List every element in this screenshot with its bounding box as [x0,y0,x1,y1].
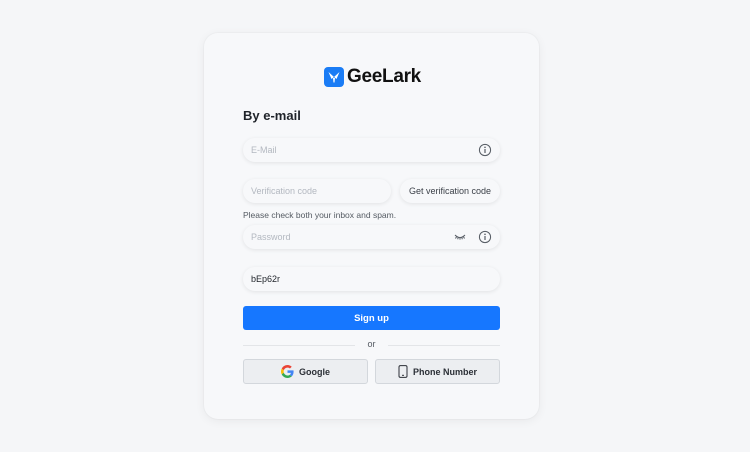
captcha-input[interactable] [251,274,492,284]
or-divider: or [243,339,500,351]
google-icon [281,365,294,378]
logo: GeeLark [324,66,421,88]
email-field-wrapper [243,138,500,162]
google-label: Google [299,366,330,377]
google-signin-button[interactable]: Google [243,359,368,384]
sign-up-button[interactable]: Sign up [243,306,500,330]
email-input[interactable] [251,145,492,155]
get-verification-code-button[interactable]: Get verification code [400,179,500,203]
phone-number-signin-button[interactable]: Phone Number [375,359,500,384]
verification-code-input[interactable] [251,186,383,196]
phone-number-label: Phone Number [412,366,477,377]
captcha-field-wrapper [243,267,500,291]
section-title: By e-mail [243,108,301,123]
eye-closed-icon[interactable] [454,232,466,242]
info-icon[interactable] [478,230,492,244]
or-label: or [367,339,376,349]
verification-code-field-wrapper [243,179,391,203]
divider-line [388,345,500,346]
spam-hint: Please check both your inbox and spam. [243,210,397,220]
info-icon[interactable] [478,143,492,157]
geelark-logo-icon [324,67,344,87]
signup-card: GeeLark By e-mail Get verification code … [204,33,539,419]
brand-name: GeeLark [347,66,421,87]
phone-icon [398,365,408,378]
password-field-wrapper [243,225,500,249]
